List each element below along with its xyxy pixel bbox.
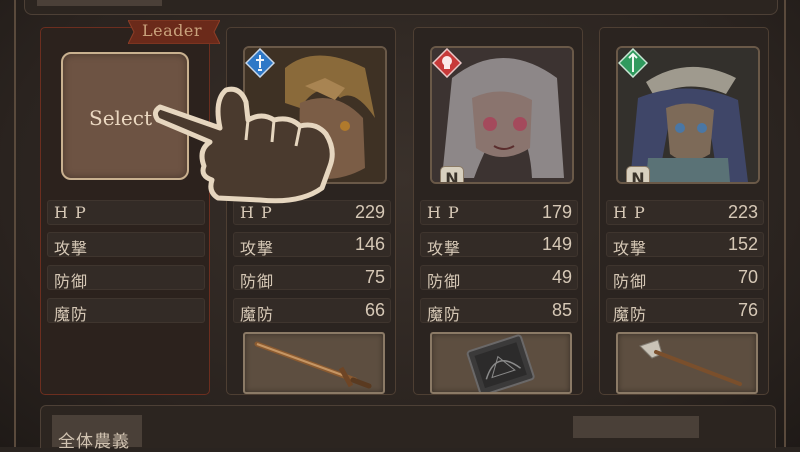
stat-label: 防御 [54, 272, 89, 291]
stat-value: 49 [551, 267, 572, 287]
stat-value: 146 [354, 234, 385, 254]
rarity-badge: N [626, 166, 650, 182]
leader-tag-label: Leader [142, 21, 202, 40]
leader-stat-mdef: 魔防 [47, 298, 205, 324]
sword-icon [254, 341, 372, 389]
stat-value: 70 [737, 267, 758, 287]
leader-stat-def: 防御 [47, 265, 205, 291]
top-panel [24, 0, 778, 15]
stat-row-def: 防御 75 [233, 265, 391, 291]
tome-icon [466, 334, 535, 396]
stat-value: 66 [364, 300, 385, 320]
stat-row-mdef: 魔防 66 [233, 298, 391, 324]
stat-row-atk: 攻撃 152 [606, 232, 764, 258]
stat-label: 魔防 [613, 305, 648, 324]
stat-label: 防御 [613, 272, 648, 291]
stat-value: 152 [727, 234, 758, 254]
stat-value: 76 [737, 300, 758, 320]
leader-tag: Leader [127, 19, 221, 45]
party-member-3[interactable]: N H P 223 攻撃 152 防御 70 魔防 76 [599, 27, 769, 395]
spear-icon [639, 339, 742, 386]
weapon-slot[interactable] [430, 332, 572, 396]
stat-row-hp: H P 223 [606, 200, 764, 225]
leader-stat-atk: 攻撃 [47, 232, 205, 258]
character-portrait[interactable]: N [430, 46, 574, 184]
blue-sword-element-icon [245, 48, 275, 78]
stat-value: 75 [364, 267, 385, 287]
top-tab[interactable] [37, 0, 162, 6]
stat-row-def: 防御 49 [420, 265, 578, 291]
stat-label: H P [54, 203, 87, 222]
stat-label: 防御 [427, 272, 462, 291]
stat-row-atk: 攻撃 149 [420, 232, 578, 258]
green-spear-element-icon [618, 48, 648, 78]
stat-value: 85 [551, 300, 572, 320]
red-skull-element-icon [432, 48, 462, 78]
stat-row-mdef: 魔防 85 [420, 298, 578, 324]
stat-value: 179 [541, 202, 572, 222]
stat-label: 魔防 [427, 305, 462, 324]
stat-label: 魔防 [240, 305, 275, 324]
stat-value: 223 [727, 202, 758, 222]
stat-label: 攻撃 [427, 239, 462, 258]
stat-label: 攻撃 [240, 239, 275, 258]
bottom-panel-label: 全体農義 [52, 415, 142, 452]
weapon-slot[interactable] [243, 332, 385, 394]
stat-row-atk: 攻撃 146 [233, 232, 391, 258]
stat-label: 魔防 [54, 305, 89, 324]
character-portrait[interactable]: N [616, 46, 760, 184]
stat-row-hp: H P 179 [420, 200, 578, 225]
rarity-badge: N [440, 166, 464, 182]
tutorial-pointer-hand-icon [152, 86, 335, 204]
bottom-panel-bar[interactable] [573, 416, 699, 438]
stat-label: H P [427, 203, 460, 222]
stat-row-mdef: 魔防 76 [606, 298, 764, 324]
weapon-slot[interactable] [616, 332, 758, 394]
stat-value: 149 [541, 234, 572, 254]
party-member-2[interactable]: N H P 179 攻撃 149 防御 49 魔防 85 [413, 27, 583, 396]
select-label: Select [89, 106, 153, 130]
stat-label: 防御 [240, 272, 275, 291]
stat-label: 攻撃 [54, 239, 89, 258]
stat-label: H P [613, 203, 646, 222]
stat-row-def: 防御 70 [606, 265, 764, 291]
party-screen: Select H P 攻撃 防御 魔防 Leader H P 229 攻撃 14… [0, 0, 800, 452]
stat-value: 229 [354, 202, 385, 222]
stat-label: 攻撃 [613, 239, 648, 258]
